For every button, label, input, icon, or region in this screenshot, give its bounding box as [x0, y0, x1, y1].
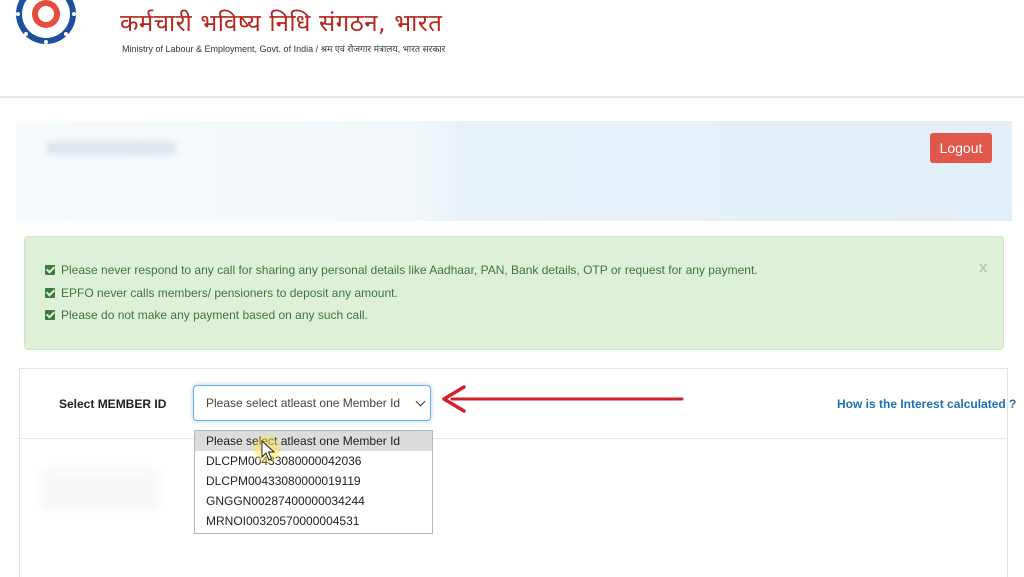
- alert-line: Please do not make any payment based on …: [45, 308, 368, 322]
- org-subtitle: Ministry of Labour & Employment, Govt. o…: [122, 44, 446, 54]
- alert-line: EPFO never calls members/ pensioners to …: [45, 286, 398, 300]
- alert-line: Please never respond to any call for sha…: [45, 263, 758, 277]
- mouse-cursor-icon: [261, 440, 275, 461]
- dropdown-option[interactable]: MRNOI00320570000004531: [195, 511, 432, 531]
- interest-calculation-link[interactable]: How is the Interest calculated ?: [837, 397, 1016, 411]
- org-title: कर्मचारी भविष्य निधि संगठन, भारत: [120, 9, 443, 37]
- member-id-dropdown: Please select atleast one Member Id DLCP…: [194, 430, 433, 534]
- member-id-label: Select MEMBER ID: [59, 397, 167, 411]
- member-id-select[interactable]: Please select atleast one Member Id: [193, 385, 431, 421]
- alert-text: Please never respond to any call for sha…: [61, 263, 758, 277]
- site-header: कर्मचारी भविष्य निधि संगठन, भारत Ministr…: [0, 0, 1024, 98]
- blurred-user-name: [46, 141, 176, 155]
- close-icon[interactable]: x: [979, 259, 987, 276]
- alert-text: Please do not make any payment based on …: [61, 308, 368, 322]
- fraud-warning-alert: Please never respond to any call for sha…: [24, 236, 1004, 350]
- dropdown-option[interactable]: GNGGN00287400000034244: [195, 491, 432, 511]
- dropdown-option[interactable]: Please select atleast one Member Id: [195, 431, 432, 451]
- blurred-content: [40, 470, 160, 510]
- dropdown-option[interactable]: DLCPM00433080000019119: [195, 471, 432, 491]
- check-square-icon: [45, 265, 55, 275]
- alert-text: EPFO never calls members/ pensioners to …: [61, 286, 398, 300]
- epfo-emblem-icon: [16, 0, 76, 44]
- panel-divider: [20, 438, 1006, 439]
- logout-button[interactable]: Logout: [930, 133, 992, 163]
- check-square-icon: [45, 288, 55, 298]
- chevron-down-icon: [415, 396, 426, 407]
- check-square-icon: [45, 310, 55, 320]
- annotation-arrow-icon: [442, 385, 684, 413]
- dropdown-option[interactable]: DLCPM00433080000042036: [195, 451, 432, 471]
- member-id-selected-value: Please select atleast one Member Id: [206, 396, 401, 410]
- user-info-panel: [16, 121, 1012, 221]
